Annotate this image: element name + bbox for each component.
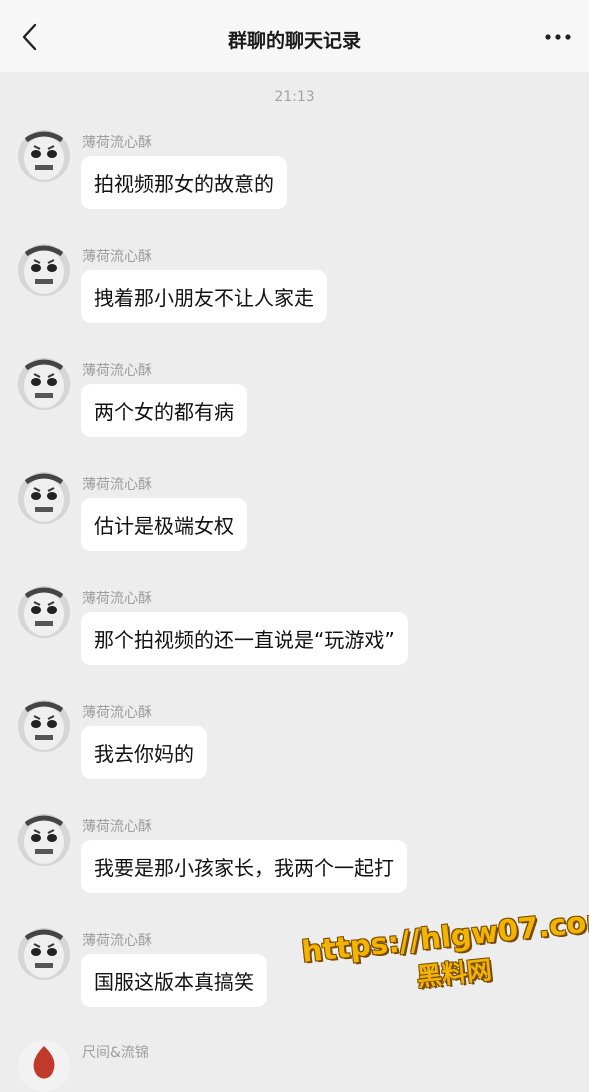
chat-message: 薄荷流心酥我要是那小孩家长，我两个一起打 [0, 814, 589, 924]
message-bubble[interactable]: 拍视频那女的故意的 [81, 156, 287, 209]
chat-message: 薄荷流心酥拍视频那女的故意的 [0, 130, 589, 240]
message-bubble[interactable]: 那个拍视频的还一直说是“玩游戏” [81, 612, 408, 665]
chat-message: 薄荷流心酥那个拍视频的还一直说是“玩游戏” [0, 586, 589, 696]
avatar-image [18, 814, 70, 866]
avatar-image [18, 130, 70, 182]
sender-name: 薄荷流心酥 [82, 135, 152, 151]
chat-message: 薄荷流心酥拽着那小朋友不让人家走 [0, 244, 589, 354]
page-title: 群聊的聊天记录 [227, 30, 361, 52]
avatar[interactable] [18, 586, 70, 638]
avatar[interactable] [18, 928, 70, 980]
chat-message: 薄荷流心酥估计是极端女权 [0, 472, 589, 582]
more-button[interactable] [541, 22, 575, 52]
sender-name: 薄荷流心酥 [82, 477, 152, 493]
sender-name: 薄荷流心酥 [82, 249, 152, 265]
avatar[interactable] [18, 130, 70, 182]
message-bubble[interactable]: 我去你妈的 [81, 726, 207, 779]
avatar[interactable] [18, 244, 70, 296]
avatar-image [18, 472, 70, 524]
avatar-image [18, 244, 70, 296]
chat-message: 尺间&流锦 [0, 1040, 589, 1092]
sender-name: 薄荷流心酥 [82, 591, 152, 607]
avatar[interactable] [18, 814, 70, 866]
message-bubble[interactable]: 我要是那小孩家长，我两个一起打 [81, 840, 407, 893]
message-bubble[interactable]: 两个女的都有病 [81, 384, 247, 437]
chat-message: 薄荷流心酥两个女的都有病 [0, 358, 589, 468]
message-bubble[interactable]: 拽着那小朋友不让人家走 [81, 270, 327, 323]
avatar-image [18, 586, 70, 638]
message-bubble[interactable]: 国服这版本真搞笑 [81, 954, 267, 1007]
sender-name: 薄荷流心酥 [82, 705, 152, 721]
avatar-image [18, 1040, 70, 1092]
avatar-image [18, 358, 70, 410]
sender-name: 薄荷流心酥 [82, 933, 152, 949]
chat-message: 薄荷流心酥我去你妈的 [0, 700, 589, 810]
sender-name: 薄荷流心酥 [82, 819, 152, 835]
message-bubble[interactable]: 估计是极端女权 [81, 498, 247, 551]
avatar[interactable] [18, 358, 70, 410]
avatar-image [18, 700, 70, 752]
avatar[interactable] [18, 1040, 70, 1092]
message-timestamp: 21:13 [274, 89, 315, 105]
avatar[interactable] [18, 700, 70, 752]
top-bar: 群聊的聊天记录 [0, 0, 589, 72]
sender-name: 尺间&流锦 [82, 1045, 149, 1061]
ellipsis-icon [545, 34, 571, 40]
avatar-image [18, 928, 70, 980]
sender-name: 薄荷流心酥 [82, 363, 152, 379]
avatar[interactable] [18, 472, 70, 524]
